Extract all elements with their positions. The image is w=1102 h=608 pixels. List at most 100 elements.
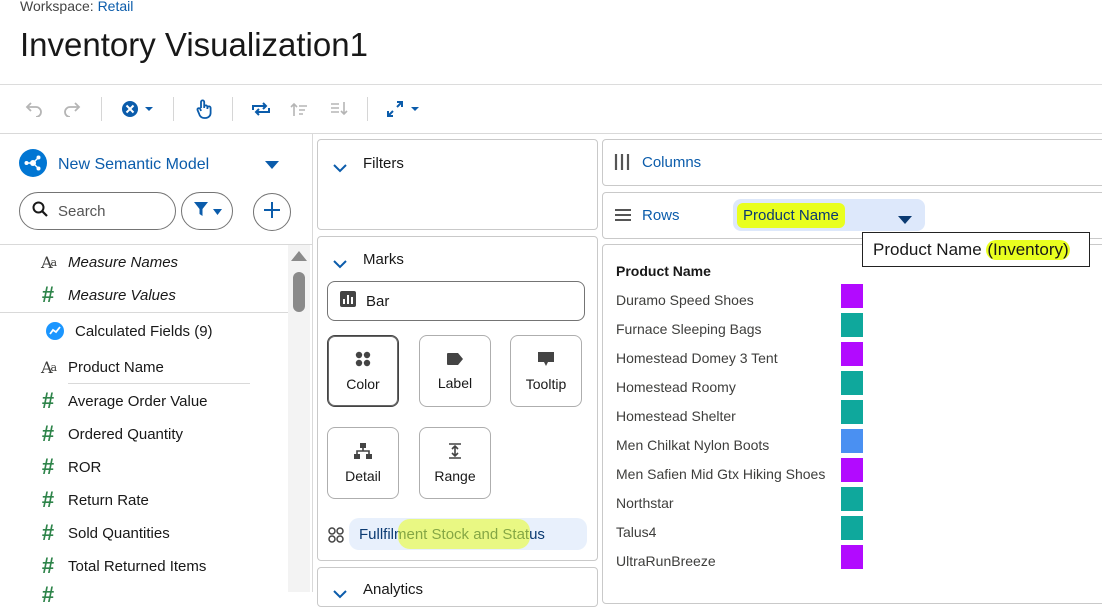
filter-button[interactable]: [181, 192, 233, 230]
color-field-label: Fullfilment Stock and Status: [359, 525, 545, 543]
field-label: Average Order Value: [68, 392, 208, 410]
field-measure-names[interactable]: Aa Measure Names: [36, 251, 178, 273]
rows-label: Rows: [642, 207, 680, 224]
chevron-down-icon[interactable]: [333, 256, 347, 274]
number-field-icon: #: [41, 388, 55, 413]
field-average-order-value[interactable]: # Average Order Value: [36, 388, 208, 413]
search-field[interactable]: [19, 192, 176, 230]
viz-color-mark[interactable]: [841, 516, 863, 540]
chevron-down-icon[interactable]: [333, 586, 347, 604]
analytics-card[interactable]: [317, 567, 598, 607]
workspace-label: Workspace:: [20, 0, 94, 14]
toolbar-separator: [101, 97, 102, 121]
pointer-icon[interactable]: [193, 96, 215, 122]
panel-divider: [312, 134, 313, 592]
number-field-icon: #: [41, 454, 55, 479]
field-ror[interactable]: # ROR: [36, 454, 102, 479]
workspace-breadcrumb: Workspace: Retail: [20, 0, 133, 14]
detail-label: Detail: [345, 467, 381, 484]
filters-card[interactable]: [317, 139, 598, 230]
viz-color-mark[interactable]: [841, 284, 863, 308]
redo-icon[interactable]: [60, 96, 84, 122]
viz-color-mark[interactable]: [841, 371, 863, 395]
field-label: Calculated Fields (9): [75, 322, 213, 340]
divider: [68, 383, 250, 384]
field-ordered-quantity[interactable]: # Ordered Quantity: [36, 421, 184, 446]
clear-icon[interactable]: [119, 96, 157, 122]
color-icon: [355, 351, 371, 370]
field-measure-values[interactable]: # Measure Values: [36, 282, 176, 307]
tooltip-icon: [537, 351, 555, 370]
semantic-model-icon: [19, 149, 47, 177]
viz-color-mark[interactable]: [841, 313, 863, 337]
semantic-model-name[interactable]: New Semantic Model: [58, 156, 209, 174]
color-encoding-icon: [328, 527, 344, 548]
search-icon: [32, 201, 48, 222]
field-product-name[interactable]: Aa Product Name: [36, 356, 164, 378]
fit-icon[interactable]: [385, 96, 421, 122]
sort-descending-icon[interactable]: [328, 96, 350, 122]
color-button[interactable]: Color: [327, 335, 399, 407]
mark-type-select[interactable]: Bar: [327, 281, 585, 321]
sort-ascending-icon[interactable]: [288, 96, 310, 122]
rows-field-label: Product Name: [737, 202, 845, 228]
label-button[interactable]: Label: [419, 335, 491, 407]
tooltip-button[interactable]: Tooltip: [510, 335, 582, 407]
marks-title: Marks: [363, 251, 404, 268]
field-calculated-fields[interactable]: Calculated Fields (9): [43, 320, 213, 342]
viz-row-label: Duramo Speed Shoes: [616, 292, 754, 308]
viz-color-mark[interactable]: [841, 487, 863, 511]
field-label: ROR: [68, 458, 102, 476]
detail-button[interactable]: Detail: [327, 427, 399, 499]
chevron-down-icon[interactable]: [333, 160, 347, 178]
columns-label: Columns: [642, 154, 702, 171]
scroll-up-arrow-icon[interactable]: [291, 251, 307, 261]
range-button[interactable]: Range: [419, 427, 491, 499]
rows-icon: [614, 208, 632, 227]
chevron-down-icon: [212, 202, 222, 220]
undo-icon[interactable]: [22, 96, 46, 122]
filters-title: Filters: [363, 155, 404, 172]
field-total-returned-items[interactable]: # Total Returned Items: [36, 553, 207, 578]
viz-row-label: Talus4: [616, 524, 657, 540]
field-sold-quantities[interactable]: # Sold Quantities: [36, 520, 170, 545]
viz-color-mark[interactable]: [841, 429, 863, 453]
viz-row-label: Northstar: [616, 495, 674, 511]
field-return-rate[interactable]: # Return Rate: [36, 487, 149, 512]
field-label: Return Rate: [68, 491, 149, 509]
scrollbar-thumb[interactable]: [293, 272, 305, 312]
field-label: Ordered Quantity: [68, 425, 184, 443]
tooltip-source: (Inventory): [986, 239, 1070, 260]
chevron-down-icon[interactable]: [264, 157, 280, 175]
viz-row-label: UltraRunBreeze: [616, 553, 716, 569]
add-field-button[interactable]: [253, 193, 291, 231]
toolbar-separator: [173, 97, 174, 121]
color-label: Color: [346, 375, 380, 392]
number-field-icon: #: [41, 582, 55, 607]
calculated-field-icon: [43, 321, 67, 341]
toolbar-divider: [0, 133, 1102, 134]
swap-icon[interactable]: [250, 96, 272, 122]
number-field-icon: #: [41, 553, 55, 578]
viz-color-mark[interactable]: [841, 545, 863, 569]
tooltip-label: Tooltip: [525, 375, 567, 392]
viz-row-label: Men Chilkat Nylon Boots: [616, 437, 770, 453]
number-field-icon: #: [41, 421, 55, 446]
viz-color-mark[interactable]: [841, 342, 863, 366]
number-field-icon: #: [41, 282, 55, 307]
viz-color-mark[interactable]: [841, 458, 863, 482]
search-input[interactable]: [58, 202, 168, 220]
viz-color-mark[interactable]: [841, 400, 863, 424]
number-field-icon: #: [41, 520, 55, 545]
range-label: Range: [434, 467, 476, 484]
color-field-pill[interactable]: Fullfilment Stock and Status: [349, 518, 587, 550]
chevron-down-icon[interactable]: [897, 212, 913, 230]
viz-row-label: Men Safien Mid Gtx Hiking Shoes: [616, 466, 826, 482]
columns-icon: [614, 153, 630, 176]
filter-icon: [193, 201, 209, 222]
viz-row-label: Homestead Domey 3 Tent: [616, 350, 778, 366]
text-field-icon: Aa: [40, 357, 57, 377]
workspace-link[interactable]: Retail: [98, 0, 134, 14]
analytics-title: Analytics: [363, 581, 424, 598]
field-label: Sold Quantities: [68, 524, 170, 542]
